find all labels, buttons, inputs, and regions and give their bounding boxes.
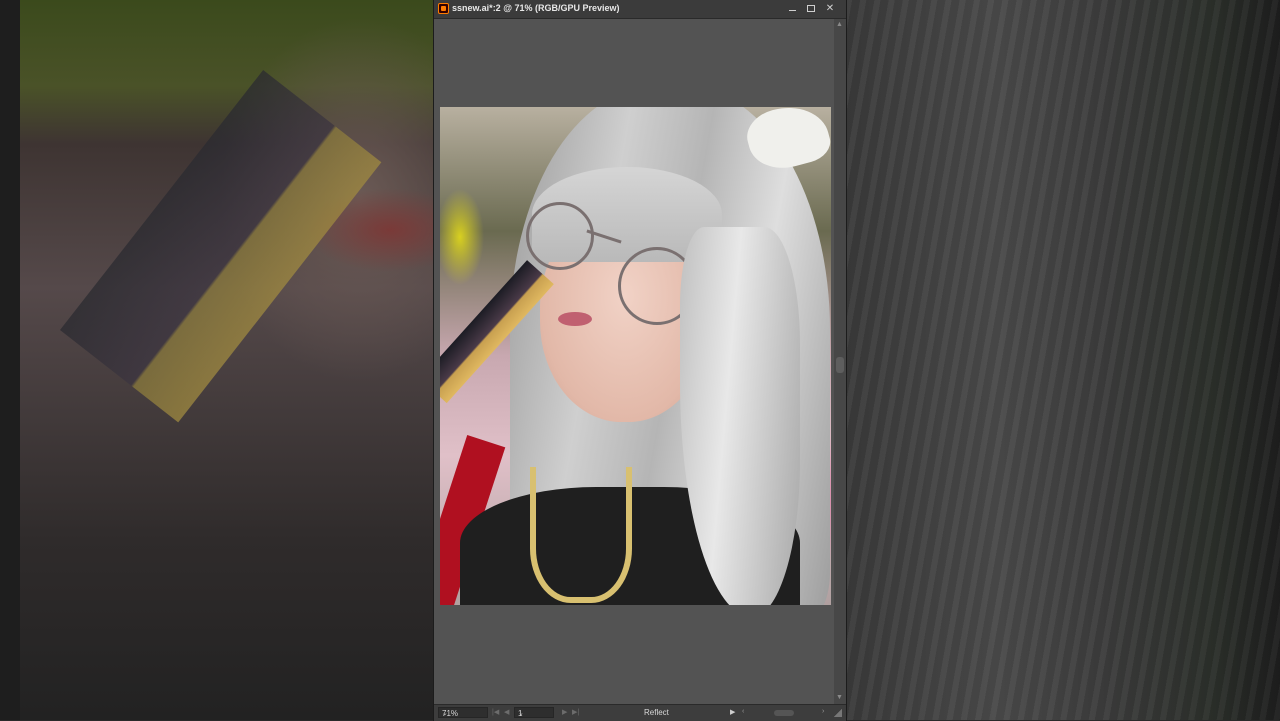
vertical-scrollbar[interactable]: ▲ ▼ [834, 19, 846, 704]
scroll-right-icon[interactable]: › [822, 708, 824, 715]
photo-collar [530, 467, 632, 603]
document-title: ssnew.ai*:2 @ 71% (RGB/GPU Preview) [452, 3, 620, 13]
last-page-icon[interactable]: ▶| [572, 708, 579, 716]
artboard-photo[interactable] [440, 107, 831, 605]
next-page-icon[interactable]: ▶ [562, 708, 567, 716]
prev-page-icon[interactable]: ◀ [504, 708, 509, 716]
chevron-down-icon[interactable]: ⌄ [518, 709, 550, 717]
minimize-button[interactable] [785, 2, 801, 15]
status-text[interactable]: Reflect [644, 708, 669, 717]
illustrator-document-window: ssnew.ai*:2 @ 71% (RGB/GPU Preview) ✕ ▲ … [434, 0, 846, 721]
status-bar: 71% ⌄ |◀ ◀ 1 ⌄ ▶ ▶| Reflect ▶ ‹ › [434, 704, 846, 721]
first-page-icon[interactable]: |◀ [492, 708, 499, 716]
resize-grip-icon[interactable] [834, 709, 842, 717]
close-button[interactable]: ✕ [822, 2, 838, 15]
illustrator-app-icon [438, 3, 449, 14]
document-canvas[interactable] [434, 19, 834, 704]
maximize-button[interactable] [803, 2, 819, 15]
play-icon[interactable]: ▶ [730, 708, 735, 716]
artboard-number-field[interactable]: 1 ⌄ [514, 707, 554, 718]
scroll-up-icon[interactable]: ▲ [836, 21, 843, 28]
scroll-left-icon[interactable]: ‹ [742, 708, 744, 715]
chevron-down-icon[interactable]: ⌄ [442, 709, 484, 717]
blurred-fan-image [60, 69, 382, 423]
zoom-select[interactable]: 71% ⌄ [438, 707, 488, 718]
background-video-left [0, 0, 435, 720]
scroll-down-icon[interactable]: ▼ [836, 694, 843, 701]
horizontal-scroll-thumb[interactable] [774, 710, 794, 716]
photo-glasses-left [526, 202, 594, 270]
photo-lips [558, 312, 592, 326]
window-titlebar[interactable]: ssnew.ai*:2 @ 71% (RGB/GPU Preview) ✕ [434, 0, 846, 19]
letterbox-left [0, 0, 20, 720]
scroll-thumb[interactable] [836, 357, 844, 373]
background-video-right [846, 0, 1280, 720]
